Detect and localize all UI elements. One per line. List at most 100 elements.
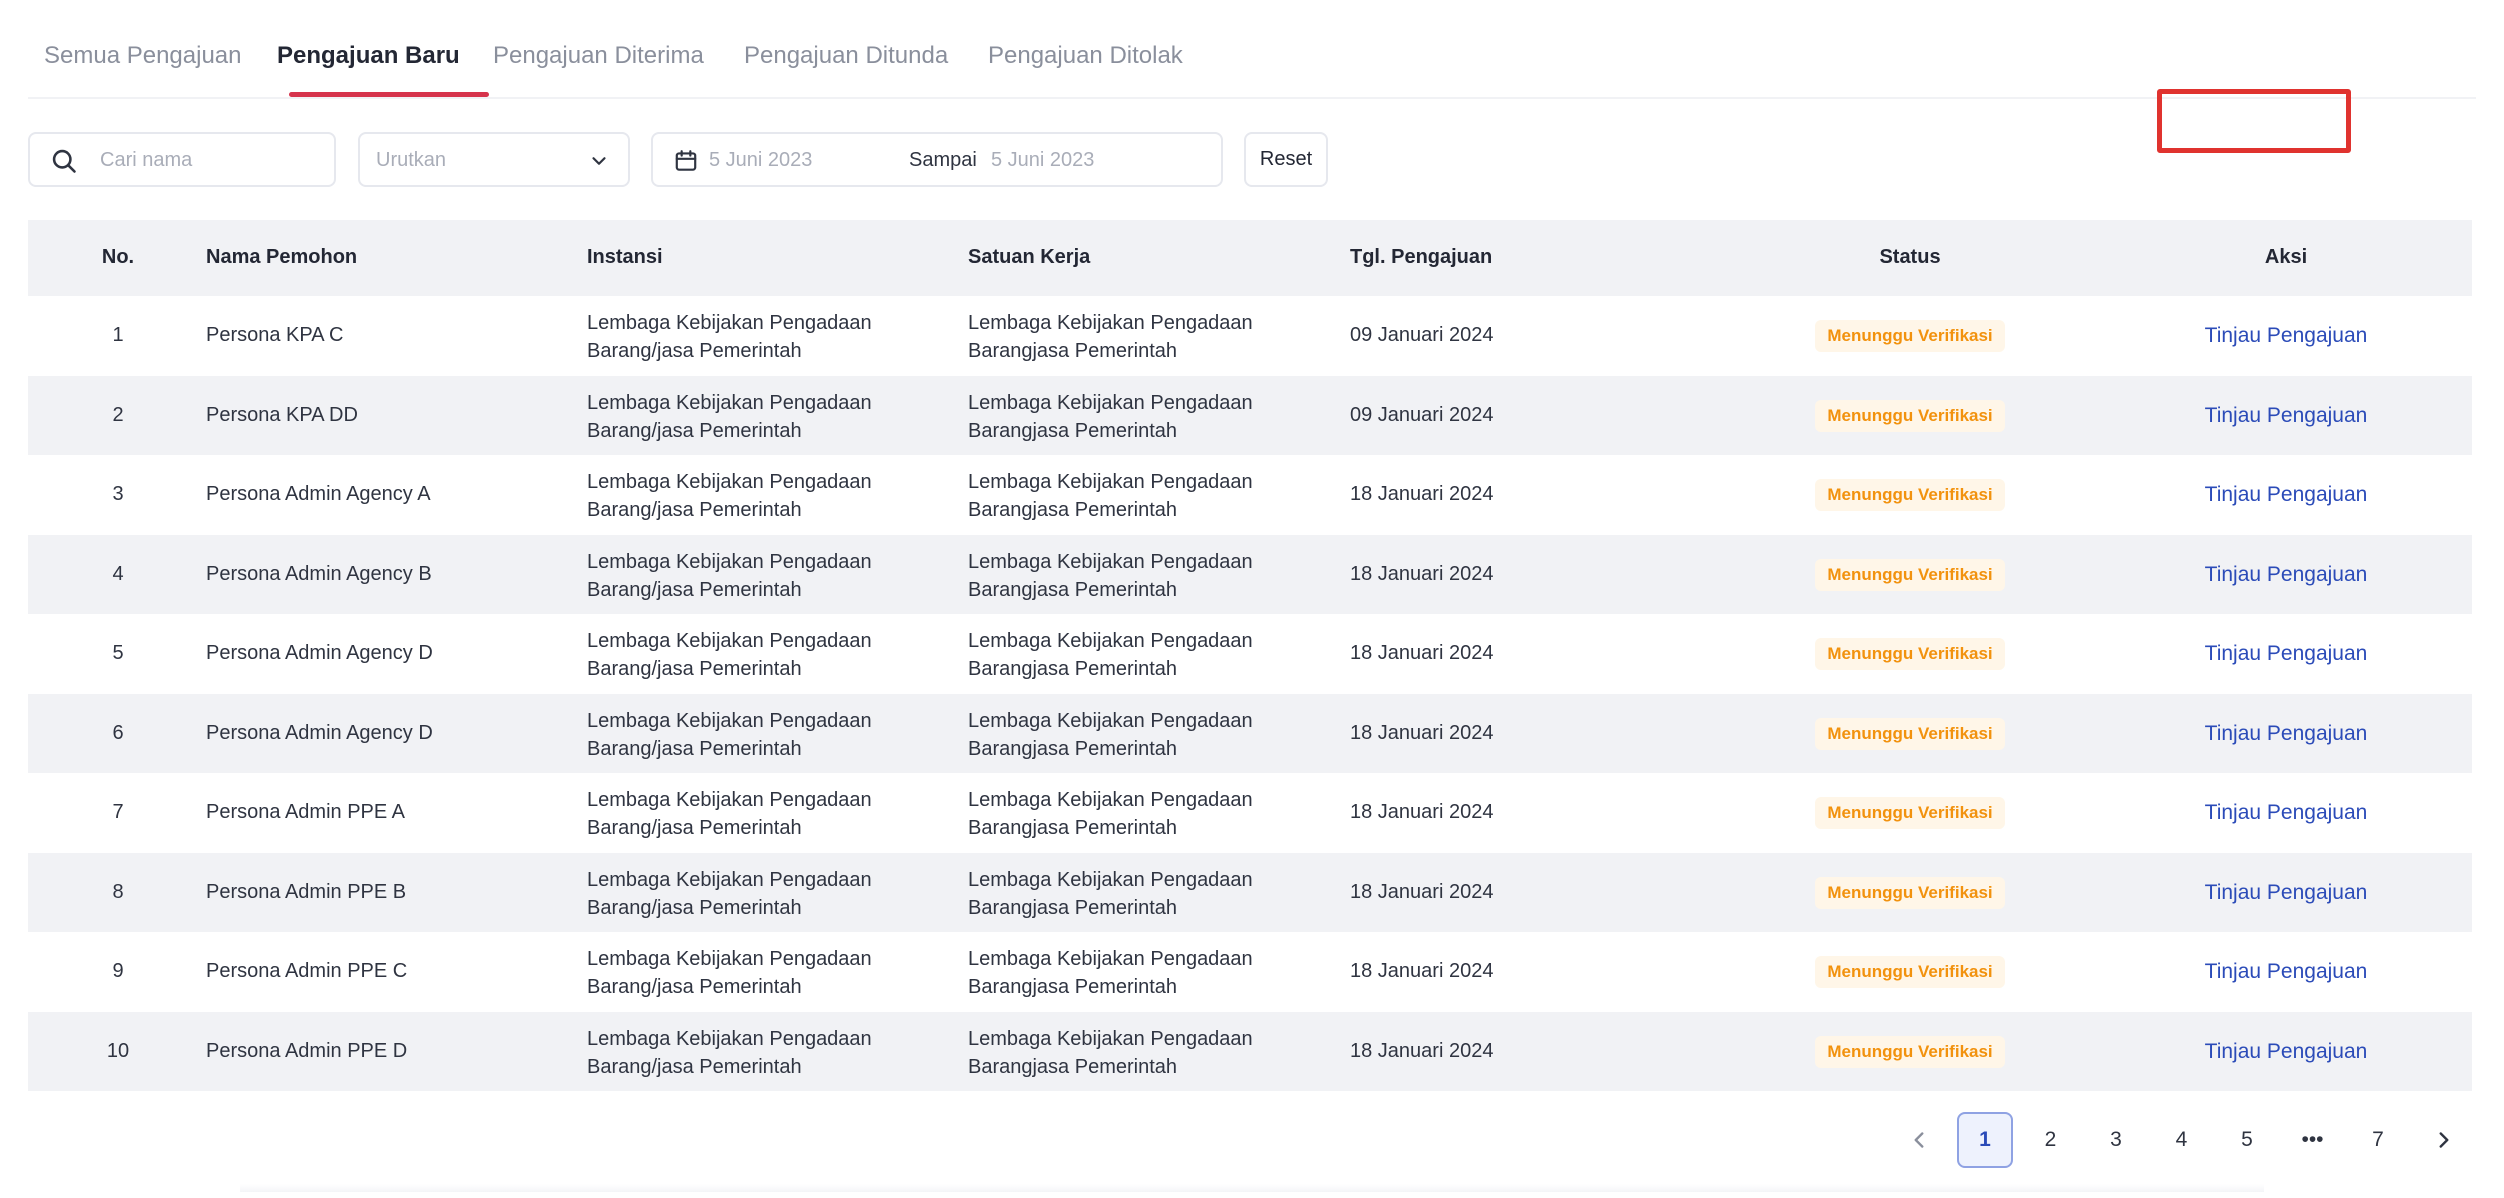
- cell-instansi-line2: Barang/jasa Pemerintah: [587, 1055, 802, 1078]
- cell-status: Menunggu Verifikasi: [1810, 558, 2010, 592]
- cell-instansi: Lembaga Kebijakan Pengadaan Barang/jasa P…: [587, 468, 872, 524]
- tinjau-pengajuan-link[interactable]: Tinjau Pengajuan: [2186, 881, 2386, 905]
- tinjau-pengajuan-link[interactable]: Tinjau Pengajuan: [2186, 483, 2386, 507]
- cell-instansi: Lembaga Kebijakan Pengadaan Barang/jasa P…: [587, 627, 872, 683]
- cell-satuan-kerja-line1: Lembaga Kebijakan Pengadaan: [968, 391, 1253, 414]
- cell-instansi-line2: Barang/jasa Pemerintah: [587, 340, 802, 362]
- tinjau-pengajuan-link[interactable]: Tinjau Pengajuan: [2186, 1040, 2386, 1064]
- pagination-ellipsis[interactable]: •••: [2285, 1112, 2341, 1168]
- calendar-icon: [675, 150, 697, 171]
- tinjau-pengajuan-link[interactable]: Tinjau Pengajuan: [2186, 722, 2386, 746]
- cell-nama-pemohon: Persona Admin Agency A: [206, 483, 431, 505]
- cell-status: Menunggu Verifikasi: [1810, 955, 2010, 989]
- cell-instansi-line2: Barang/jasa Pemerintah: [587, 658, 802, 680]
- cell-instansi-line2: Barang/jasa Pemerintah: [587, 737, 802, 760]
- cell-tgl-pengajuan: 18 Januari 2024: [1350, 1039, 1494, 1062]
- cell-satuan-kerja-line2: Barangjasa Pemerintah: [968, 419, 1178, 442]
- tinjau-pengajuan-link[interactable]: Tinjau Pengajuan: [2186, 563, 2386, 587]
- pagination-page-5[interactable]: 5: [2219, 1112, 2275, 1168]
- cell-status: Menunggu Verifikasi: [1810, 637, 2010, 671]
- cell-status: Menunggu Verifikasi: [1810, 717, 2010, 751]
- header-satuan-kerja: Satuan Kerja: [968, 246, 1091, 268]
- cell-status: Menunggu Verifikasi: [1810, 319, 2010, 353]
- tinjau-pengajuan-link[interactable]: Tinjau Pengajuan: [2186, 404, 2386, 428]
- pagination-prev-button[interactable]: [1891, 1112, 1947, 1168]
- submissions-table: No. Nama Pemohon Instansi Satuan Kerja T…: [28, 220, 2472, 1091]
- cell-no: 7: [112, 801, 124, 823]
- cell-no: 8: [112, 880, 124, 903]
- cell-instansi-line2: Barang/jasa Pemerintah: [587, 419, 802, 442]
- cell-nama-pemohon: Persona Admin Agency D: [206, 642, 433, 664]
- table-row: 5 Persona Admin Agency D Lembaga Kebijakan…: [28, 614, 2472, 694]
- pagination: 1 2 3 4 5 ••• 7: [0, 1112, 2504, 1168]
- table-body: 1 Persona KPA C Lembaga Kebijakan Pengadaa…: [28, 296, 2472, 1091]
- pagination-page-7[interactable]: 7: [2350, 1112, 2406, 1168]
- tab-pengajuan-ditunda[interactable]: Pengajuan Ditunda: [744, 42, 948, 70]
- cell-tgl-pengajuan: 09 Januari 2024: [1350, 324, 1494, 346]
- sort-select[interactable]: Urutkan: [358, 132, 630, 187]
- date-from-field[interactable]: 5 Juni 2023: [709, 149, 812, 172]
- cell-satuan-kerja-line1: Lembaga Kebijakan Pengadaan: [968, 868, 1253, 891]
- status-badge: Menunggu Verifikasi: [1815, 1035, 2005, 1068]
- cell-nama-pemohon: Persona Admin PPE D: [206, 1039, 408, 1062]
- tab-pengajuan-diterima[interactable]: Pengajuan Diterima: [493, 42, 704, 70]
- reset-button[interactable]: Reset: [1244, 132, 1328, 187]
- tinjau-pengajuan-link[interactable]: Tinjau Pengajuan: [2186, 960, 2386, 984]
- cell-satuan-kerja-line2: Barangjasa Pemerintah: [968, 1055, 1178, 1078]
- cell-satuan-kerja: Lembaga Kebijakan Pengadaan Barangjasa Pe…: [968, 707, 1253, 763]
- cell-satuan-kerja: Lembaga Kebijakan Pengadaan Barangjasa Pe…: [968, 627, 1253, 683]
- pagination-page-2[interactable]: 2: [2023, 1112, 2079, 1168]
- cell-satuan-kerja: Lembaga Kebijakan Pengadaan Barangjasa Pe…: [968, 548, 1253, 604]
- date-to-field[interactable]: 5 Juni 2023: [991, 149, 1094, 172]
- tinjau-pengajuan-link[interactable]: Tinjau Pengajuan: [2186, 642, 2386, 666]
- cell-instansi-line2: Barang/jasa Pemerintah: [587, 578, 802, 601]
- cell-satuan-kerja-line1: Lembaga Kebijakan Pengadaan: [968, 471, 1253, 493]
- pagination-next-button[interactable]: [2416, 1112, 2472, 1168]
- cell-nama-pemohon: Persona Admin PPE C: [206, 960, 408, 982]
- cell-satuan-kerja-line1: Lembaga Kebijakan Pengadaan: [968, 1027, 1253, 1050]
- cell-instansi-line2: Barang/jasa Pemerintah: [587, 817, 802, 839]
- cell-instansi-line1: Lembaga Kebijakan Pengadaan: [587, 789, 872, 811]
- date-separator-label: Sampai: [909, 149, 977, 171]
- table-row: 2 Persona KPA DD Lembaga Kebijakan Pengada…: [28, 375, 2472, 455]
- tab-pengajuan-baru[interactable]: Pengajuan Baru: [277, 42, 460, 70]
- pagination-page-1[interactable]: 1: [1957, 1112, 2013, 1168]
- pagination-page-3[interactable]: 3: [2088, 1112, 2144, 1168]
- active-tab-indicator: [289, 92, 489, 97]
- cell-satuan-kerja-line2: Barangjasa Pemerintah: [968, 658, 1178, 680]
- cell-instansi-line1: Lembaga Kebijakan Pengadaan: [587, 391, 872, 414]
- cell-satuan-kerja: Lembaga Kebijakan Pengadaan Barangjasa Pe…: [968, 866, 1253, 922]
- cell-tgl-pengajuan: 09 Januari 2024: [1350, 403, 1494, 426]
- cell-no: 6: [112, 721, 124, 744]
- cell-satuan-kerja-line2: Barangjasa Pemerintah: [968, 817, 1178, 839]
- cell-instansi: Lembaga Kebijakan Pengadaan Barang/jasa P…: [587, 945, 872, 1001]
- header-no: No.: [101, 246, 135, 268]
- pagination-page-4[interactable]: 4: [2154, 1112, 2210, 1168]
- cell-instansi-line1: Lembaga Kebijakan Pengadaan: [587, 550, 872, 573]
- cell-no: 10: [106, 1039, 130, 1062]
- cell-satuan-kerja-line1: Lembaga Kebijakan Pengadaan: [968, 789, 1253, 811]
- cell-instansi: Lembaga Kebijakan Pengadaan Barang/jasa P…: [587, 786, 872, 842]
- status-badge: Menunggu Verifikasi: [1815, 479, 2005, 511]
- cell-nama-pemohon: Persona KPA C: [206, 324, 344, 346]
- cell-nama-pemohon: Persona Admin PPE A: [206, 801, 406, 823]
- tab-pengajuan-ditolak[interactable]: Pengajuan Ditolak: [988, 42, 1183, 70]
- cell-nama-pemohon: Persona Admin Agency D: [206, 721, 433, 744]
- search-input[interactable]: Cari nama: [28, 132, 336, 187]
- header-tgl-pengajuan: Tgl. Pengajuan: [1350, 246, 1493, 268]
- header-instansi: Instansi: [587, 246, 663, 268]
- cell-instansi: Lembaga Kebijakan Pengadaan Barang/jasa P…: [587, 1025, 872, 1081]
- cell-satuan-kerja-line2: Barangjasa Pemerintah: [968, 340, 1178, 362]
- date-range-picker[interactable]: 5 Juni 2023 Sampai 5 Juni 2023: [651, 132, 1223, 187]
- tinjau-pengajuan-link[interactable]: Tinjau Pengajuan: [2186, 801, 2386, 825]
- cell-instansi: Lembaga Kebijakan Pengadaan Barang/jasa P…: [587, 389, 872, 445]
- cell-no: 5: [112, 642, 124, 664]
- cell-no: 1: [112, 324, 124, 346]
- status-badge: Menunggu Verifikasi: [1815, 638, 2005, 670]
- cell-nama-pemohon: Persona Admin Agency B: [206, 562, 432, 585]
- table-row: 7 Persona Admin PPE A Lembaga Kebijakan Pe…: [28, 773, 2472, 853]
- tinjau-pengajuan-link[interactable]: Tinjau Pengajuan: [2186, 324, 2386, 348]
- cell-status: Menunggu Verifikasi: [1810, 478, 2010, 512]
- tab-semua-pengajuan[interactable]: Semua Pengajuan: [44, 42, 241, 70]
- cell-satuan-kerja: Lembaga Kebijakan Pengadaan Barangjasa Pe…: [968, 945, 1253, 1001]
